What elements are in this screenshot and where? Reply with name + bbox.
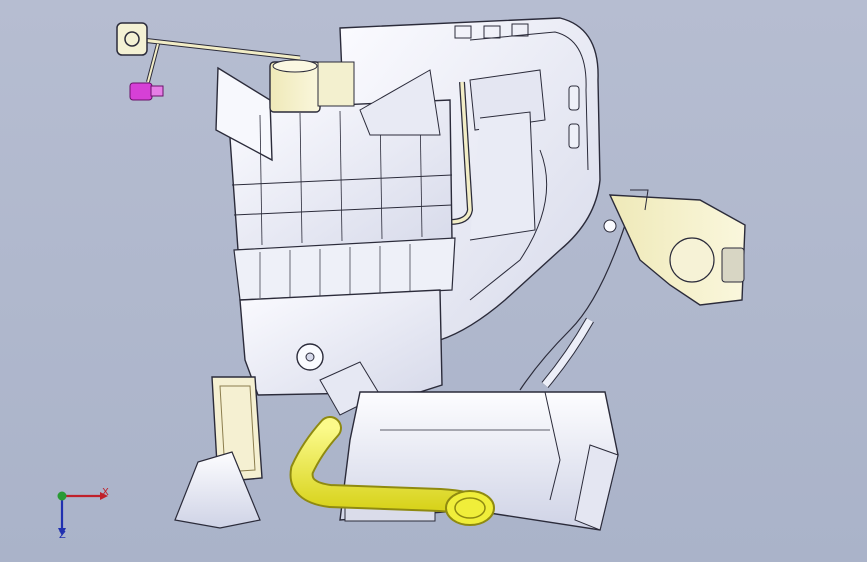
mode-door-actuator[interactable] bbox=[603, 189, 746, 306]
cad-viewport[interactable]: X Z bbox=[0, 0, 867, 562]
blend-door-actuator[interactable] bbox=[269, 59, 355, 113]
harness-connector-top bbox=[116, 22, 148, 56]
magenta-connector[interactable] bbox=[129, 82, 164, 101]
y-axis-dot bbox=[57, 491, 67, 501]
x-axis-label: X bbox=[102, 487, 109, 498]
z-axis-label: Z bbox=[59, 530, 66, 541]
hvac-assembly-model[interactable] bbox=[0, 0, 867, 562]
